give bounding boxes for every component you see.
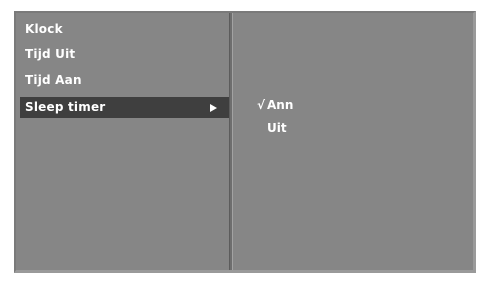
submenu-arrow-icon <box>210 104 217 112</box>
main-menu: Klock Tijd Uit Tijd Aan Sleep timer <box>16 13 229 270</box>
menu-item-label: Klock <box>25 22 63 36</box>
menu-item-tijd-aan[interactable]: Tijd Aan <box>20 70 229 91</box>
option-label: Uit <box>267 121 287 135</box>
option-uit[interactable]: Uit <box>267 119 287 137</box>
option-label: Ann <box>267 98 294 112</box>
menu-item-sleep-timer[interactable]: Sleep timer <box>20 97 229 118</box>
menu-item-tijd-uit[interactable]: Tijd Uit <box>20 44 229 65</box>
menu-item-klock[interactable]: Klock <box>20 19 229 40</box>
option-ann[interactable]: √ Ann <box>257 96 293 114</box>
menu-item-label: Tijd Uit <box>25 47 76 61</box>
checkmark-icon: √ <box>257 98 266 112</box>
submenu-panel: √ Ann Uit <box>233 13 473 270</box>
menu-item-label: Sleep timer <box>25 100 106 114</box>
menu-item-label: Tijd Aan <box>25 73 82 87</box>
osd-menu: Klock Tijd Uit Tijd Aan Sleep timer √ Ann… <box>14 11 476 273</box>
